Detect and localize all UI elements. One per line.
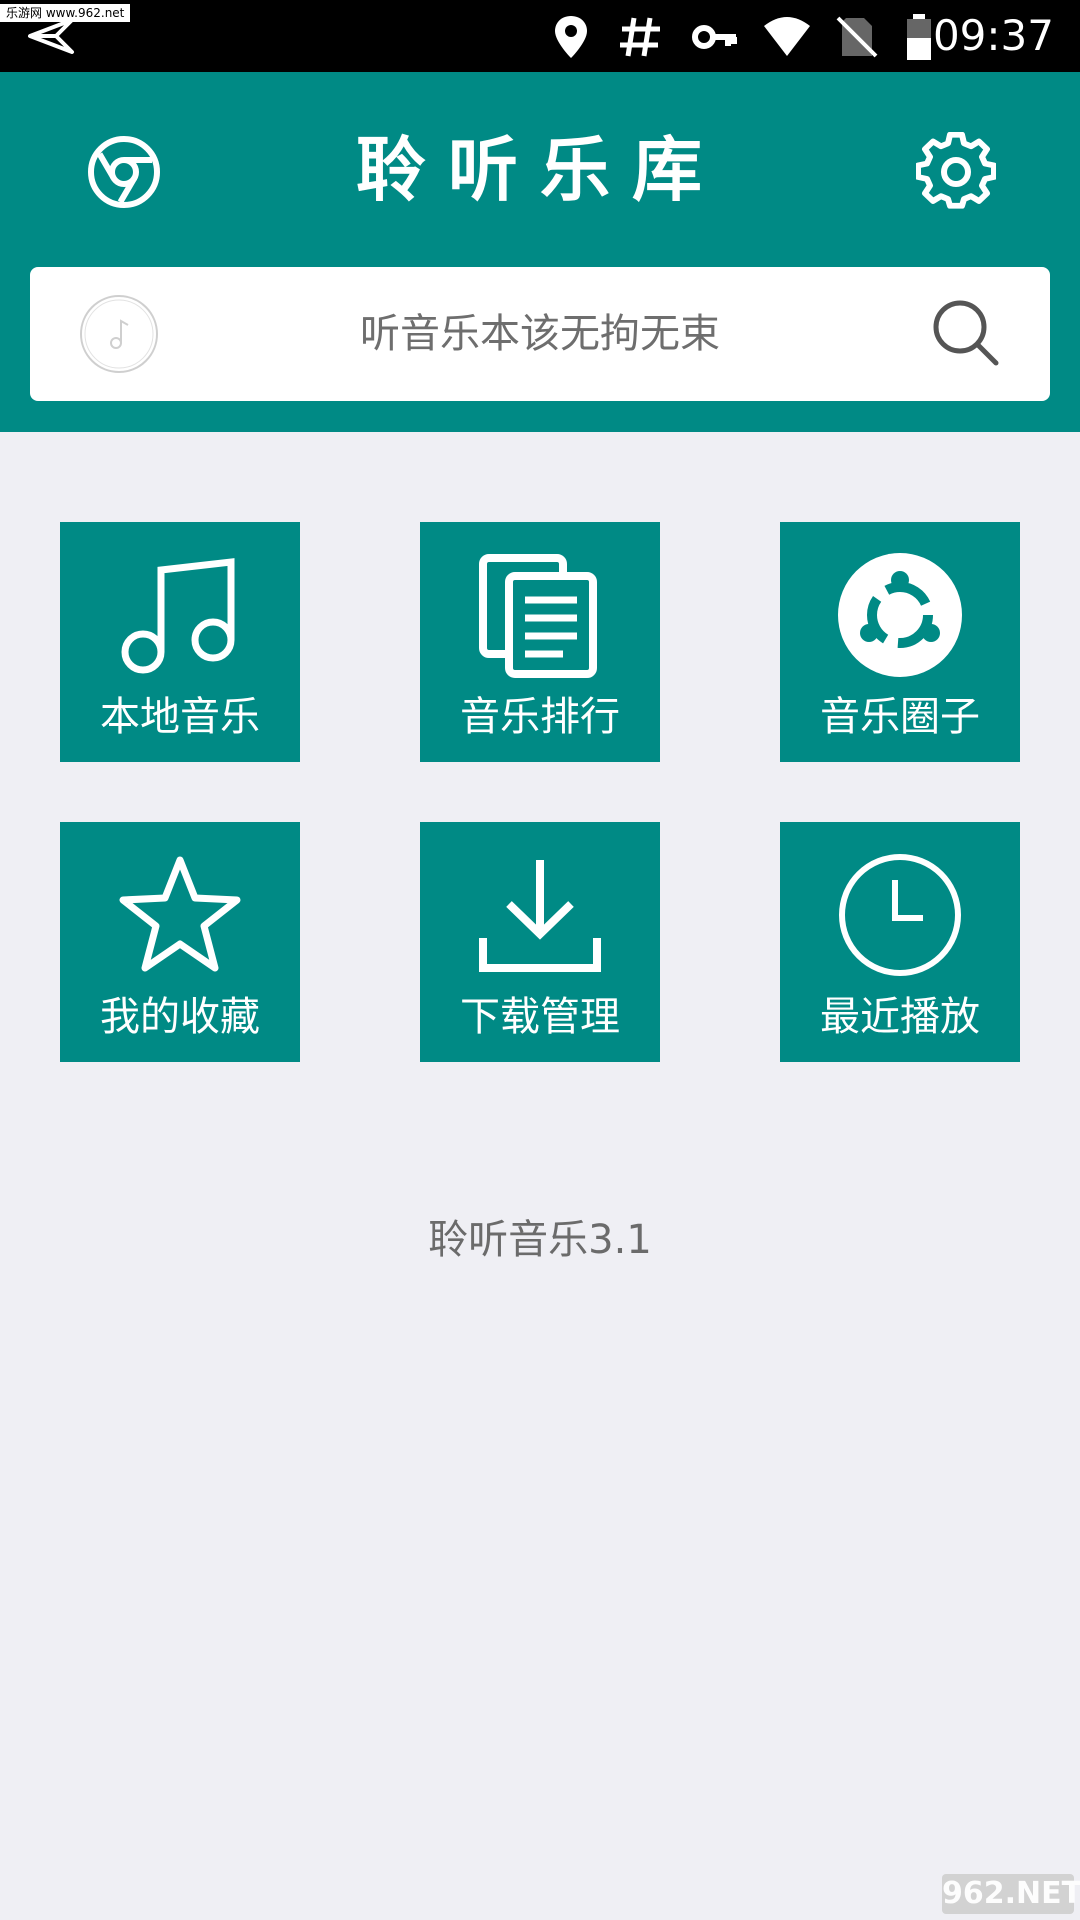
wifi-icon (764, 17, 810, 56)
tile-label: 本地音乐 (100, 694, 260, 740)
app-header: 聆听乐库 听音乐本该无拘无束 (0, 72, 1080, 432)
search-icon (933, 300, 999, 366)
tile-download-manager[interactable]: 下载管理 (420, 822, 660, 1062)
settings-button[interactable] (896, 112, 1016, 232)
tile-label: 我的收藏 (100, 994, 260, 1040)
ubuntu-circle-icon (838, 553, 962, 677)
watermark-bottom: 962.NET (942, 1874, 1080, 1914)
gear-icon (916, 132, 996, 209)
search-bar[interactable]: 听音乐本该无拘无束 (30, 267, 1050, 401)
location-icon (555, 16, 587, 58)
tile-label: 下载管理 (460, 994, 620, 1040)
tile-local-music[interactable]: 本地音乐 (60, 522, 300, 762)
tile-music-ranking[interactable]: 音乐排行 (420, 522, 660, 762)
tile-music-circle[interactable]: 音乐圈子 (780, 522, 1020, 762)
music-disc-icon (80, 295, 158, 373)
tile-label: 最近播放 (820, 994, 980, 1040)
music-note-icon (121, 558, 235, 674)
version-text: 聆听音乐3.1 (428, 1217, 652, 1263)
hash-icon (620, 17, 660, 57)
no-sim-icon (836, 16, 878, 58)
search-input[interactable]: 听音乐本该无拘无束 (190, 267, 890, 401)
status-time: 09:37 (932, 11, 1054, 60)
copy-document-icon (479, 554, 597, 678)
key-icon (692, 25, 737, 49)
search-button[interactable] (930, 297, 1002, 369)
star-icon (119, 856, 241, 972)
tile-my-favorites[interactable]: 我的收藏 (60, 822, 300, 1062)
send-icon (28, 18, 74, 54)
tile-recent-played[interactable]: 最近播放 (780, 822, 1020, 1062)
tile-label: 音乐圈子 (820, 694, 980, 740)
clock-icon (839, 854, 961, 976)
tile-label: 音乐排行 (460, 694, 620, 740)
status-bar: 乐游网 www.962.net 09:37 (0, 0, 1080, 72)
download-icon (479, 860, 601, 972)
